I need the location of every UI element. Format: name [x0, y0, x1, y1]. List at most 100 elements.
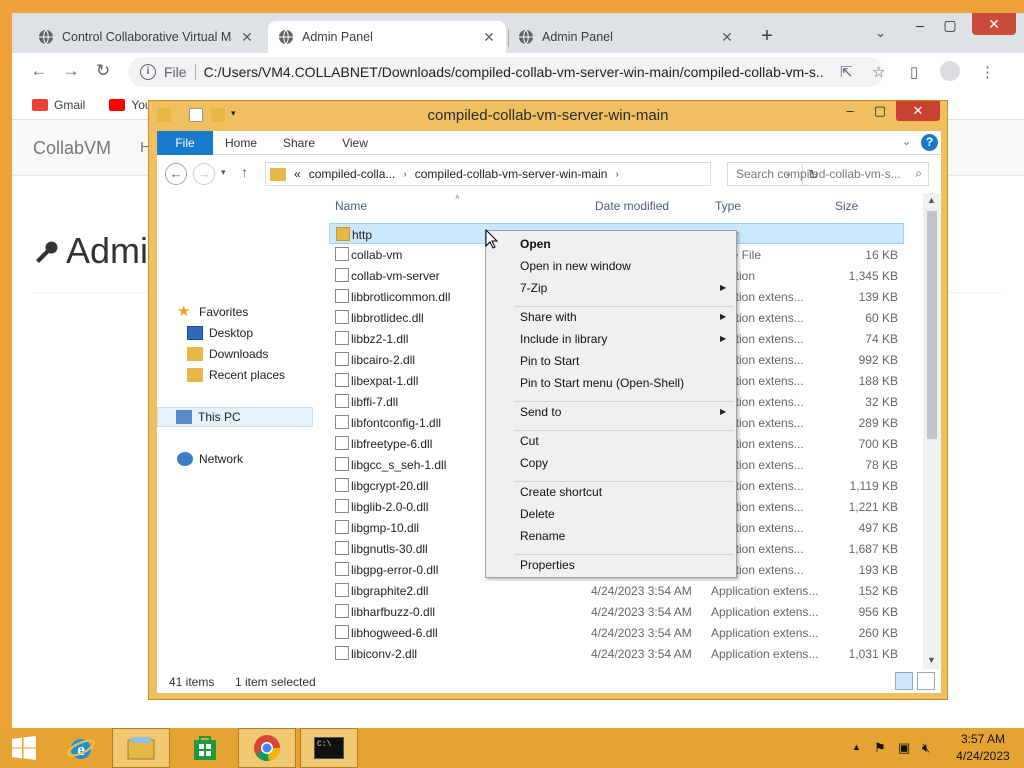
- close-icon[interactable]: ✕: [896, 101, 940, 121]
- nav-desktop[interactable]: Desktop: [187, 326, 253, 340]
- chevron-right-icon[interactable]: ›: [403, 169, 406, 180]
- nav-favorites[interactable]: ★ Favorites: [177, 304, 248, 319]
- forward-icon[interactable]: →: [193, 163, 215, 185]
- collabvm-brand[interactable]: CollabVM: [33, 138, 111, 159]
- tray-overflow-icon[interactable]: ▲: [852, 742, 861, 752]
- menu-item-share-with[interactable]: Share with: [520, 310, 577, 324]
- tab-file[interactable]: File: [157, 131, 213, 155]
- menu-item-include-in-library[interactable]: Include in library: [520, 332, 607, 346]
- sort-up-icon: ˄: [455, 193, 460, 202]
- reload-icon[interactable]: ↻: [92, 61, 114, 81]
- nav-this-pc[interactable]: This PC: [157, 407, 313, 427]
- menu-item-rename[interactable]: Rename: [520, 529, 565, 543]
- menu-item-send-to[interactable]: Send to: [520, 405, 561, 419]
- nav-downloads[interactable]: Downloads: [187, 347, 268, 361]
- taskbar-chrome[interactable]: [238, 728, 296, 768]
- minimize-icon[interactable]: –: [837, 101, 863, 121]
- info-icon[interactable]: i: [140, 64, 156, 80]
- menu-item-pin-to-start-menu-open-shell[interactable]: Pin to Start menu (Open-Shell): [520, 376, 684, 390]
- file-row[interactable]: libhogweed-6.dll 4/24/2023 3:54 AM Applica…: [329, 622, 904, 643]
- clock-time[interactable]: 3:57 AM: [953, 732, 1013, 746]
- network-tray-icon[interactable]: ▣: [898, 740, 910, 756]
- address-input[interactable]: « compiled-colla... › compiled-collab-vm…: [265, 162, 819, 186]
- tab-view[interactable]: View: [333, 131, 377, 155]
- minimize-icon[interactable]: –: [910, 17, 930, 33]
- column-size[interactable]: Size: [835, 199, 858, 213]
- clock-date[interactable]: 4/24/2023: [953, 749, 1013, 763]
- maximize-icon[interactable]: ▢: [940, 17, 960, 34]
- forward-icon[interactable]: →: [60, 61, 82, 81]
- file-name: libbrotlidec.dll: [351, 311, 424, 325]
- search-input[interactable]: Search compiled-collab-vm-s... ⌕: [727, 162, 929, 186]
- maximize-icon[interactable]: ▢: [867, 101, 893, 121]
- scroll-down-icon[interactable]: ▼: [927, 655, 936, 665]
- back-icon[interactable]: ←: [165, 163, 187, 185]
- file-size: 32 KB: [865, 395, 898, 409]
- start-button[interactable]: [0, 728, 48, 768]
- address-bar[interactable]: i File C:/Users/VM4.COLLABNET/Downloads/…: [128, 57, 884, 87]
- tab-admin-panel-active[interactable]: Admin Panel ✕: [268, 21, 506, 53]
- column-type[interactable]: Type: [715, 199, 741, 213]
- side-panel-icon[interactable]: ▯: [910, 63, 918, 81]
- file-icon: [335, 562, 349, 576]
- menu-item-7-zip[interactable]: 7-Zip: [520, 281, 547, 295]
- action-center-flag-icon[interactable]: ⚑: [874, 740, 886, 756]
- tab-search-icon[interactable]: ⌄: [875, 25, 886, 41]
- computer-icon: [176, 410, 192, 424]
- scroll-up-icon[interactable]: ▲: [927, 195, 936, 205]
- tab-close-icon[interactable]: ✕: [720, 29, 734, 46]
- bookmark-gmail[interactable]: Gmail: [32, 98, 85, 112]
- scroll-thumb[interactable]: [927, 211, 937, 439]
- nav-network[interactable]: Network: [177, 452, 243, 466]
- up-icon[interactable]: ↑: [241, 164, 248, 180]
- tab-close-icon[interactable]: ✕: [240, 29, 254, 46]
- chevron-right-icon[interactable]: ›: [615, 169, 618, 180]
- menu-item-properties[interactable]: Properties: [520, 558, 575, 572]
- file-icon: [335, 436, 349, 450]
- taskbar-file-explorer[interactable]: [112, 728, 170, 768]
- column-name[interactable]: Name: [335, 199, 367, 213]
- menu-item-open-in-new-window[interactable]: Open in new window: [520, 259, 631, 273]
- tab-close-icon[interactable]: ✕: [482, 29, 496, 46]
- crumb-overflow[interactable]: «: [294, 167, 301, 181]
- file-row[interactable]: libiconv-2.dll 4/24/2023 3:54 AM Applicati…: [329, 643, 904, 664]
- back-icon[interactable]: ←: [28, 61, 50, 81]
- menu-item-create-shortcut[interactable]: Create shortcut: [520, 485, 602, 499]
- new-tab-button[interactable]: +: [757, 25, 777, 48]
- menu-item-copy[interactable]: Copy: [520, 456, 548, 470]
- nav-recent-places[interactable]: Recent places: [187, 368, 285, 382]
- help-icon[interactable]: ?: [921, 134, 938, 151]
- taskbar-store[interactable]: [176, 728, 234, 768]
- column-date[interactable]: Date modified: [595, 199, 669, 213]
- menu-item-open[interactable]: Open: [520, 237, 551, 251]
- menu-kebab-icon[interactable]: ⋮: [980, 63, 995, 81]
- crumb-current[interactable]: compiled-collab-vm-server-win-main: [415, 167, 608, 181]
- url-text[interactable]: C:/Users/VM4.COLLABNET/Downloads/compile…: [204, 64, 824, 80]
- menu-item-cut[interactable]: Cut: [520, 434, 539, 448]
- ribbon-tabs: File Home Share View ⌄ ?: [157, 131, 941, 155]
- menu-item-delete[interactable]: Delete: [520, 507, 555, 521]
- tab-control-collaborative[interactable]: Control Collaborative Virtual Ma ✕: [28, 21, 264, 53]
- submenu-arrow-icon: ▶: [720, 312, 727, 321]
- taskbar-internet-explorer[interactable]: e: [52, 728, 110, 768]
- share-icon[interactable]: ⇱: [840, 63, 853, 81]
- taskbar-command-prompt[interactable]: C:\: [300, 728, 358, 768]
- file-row[interactable]: libgraphite2.dll 4/24/2023 3:54 AM Applica…: [329, 580, 904, 601]
- details-view-icon[interactable]: [895, 672, 913, 690]
- menu-separator: [514, 481, 734, 482]
- file-row[interactable]: libharfbuzz-0.dll 4/24/2023 3:54 AM Applic…: [329, 601, 904, 622]
- profile-avatar-icon[interactable]: [940, 61, 960, 81]
- menu-item-pin-to-start[interactable]: Pin to Start: [520, 354, 579, 368]
- tab-share[interactable]: Share: [277, 131, 321, 155]
- tab-home[interactable]: Home: [219, 131, 263, 155]
- crumb-parent[interactable]: compiled-colla...: [309, 167, 396, 181]
- ribbon-expand-icon[interactable]: ⌄: [902, 135, 911, 148]
- vertical-scrollbar[interactable]: ▲ ▼: [923, 193, 941, 669]
- explorer-titlebar[interactable]: ▾ compiled-collab-vm-server-win-main – ▢…: [149, 101, 947, 131]
- close-window-icon[interactable]: ✕: [972, 13, 1016, 35]
- tab-admin-panel[interactable]: Admin Panel ✕: [508, 21, 744, 53]
- large-icons-view-icon[interactable]: [917, 672, 935, 690]
- recent-locations-icon[interactable]: ▾: [221, 167, 226, 178]
- volume-muted-icon[interactable]: 🔇︎: [922, 740, 930, 756]
- bookmark-star-icon[interactable]: ☆: [872, 63, 885, 81]
